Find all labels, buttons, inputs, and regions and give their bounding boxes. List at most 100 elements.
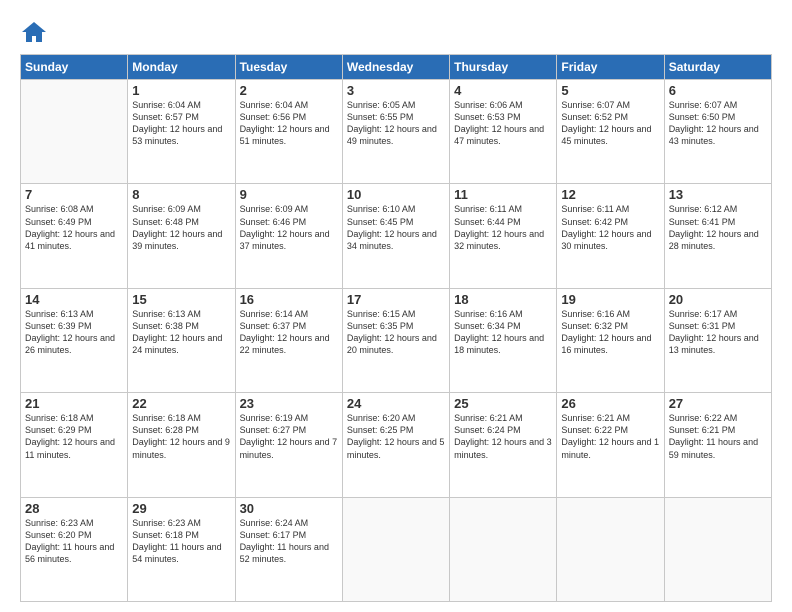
day-number: 13: [669, 187, 767, 202]
day-info: Sunrise: 6:24 AMSunset: 6:17 PMDaylight:…: [240, 517, 338, 566]
day-number: 14: [25, 292, 123, 307]
daylight-label: Daylight: 12 hours and 47 minutes.: [454, 124, 544, 146]
daylight-label: Daylight: 11 hours and 52 minutes.: [240, 542, 329, 564]
sunset-label: Sunset: 6:24 PM: [454, 425, 521, 435]
day-number: 3: [347, 83, 445, 98]
day-number: 27: [669, 396, 767, 411]
sunrise-label: Sunrise: 6:04 AM: [240, 100, 309, 110]
day-number: 17: [347, 292, 445, 307]
weekday-header: Tuesday: [235, 55, 342, 80]
calendar-cell: 7Sunrise: 6:08 AMSunset: 6:49 PMDaylight…: [21, 184, 128, 288]
day-number: 24: [347, 396, 445, 411]
calendar-cell: 13 Sunrise: 6:12 AM Sunset: 6:41 PM Dayligh…: [664, 184, 771, 288]
day-number: 23: [240, 396, 338, 411]
daylight-label: Daylight: 12 hours and 32 minutes.: [454, 229, 544, 251]
sunrise-label: Sunrise: 6:12 AM: [669, 204, 738, 214]
calendar-cell: 17 Sunrise: 6:15 AM Sunset: 6:35 PM Dayligh…: [342, 288, 449, 392]
sunrise-label: Sunrise: 6:18 AM: [25, 413, 94, 423]
sunrise-label: Sunrise: 6:13 AM: [25, 309, 94, 319]
day-number: 15: [132, 292, 230, 307]
day-info: Sunrise: 6:22 AMSunset: 6:21 PMDaylight:…: [669, 412, 767, 461]
sunrise-label: Sunrise: 6:19 AM: [240, 413, 309, 423]
day-info: Sunrise: 6:04 AMSunset: 6:57 PMDaylight:…: [132, 99, 230, 148]
sunset-label: Sunset: 6:37 PM: [240, 321, 307, 331]
calendar-week-row: 1Sunrise: 6:04 AMSunset: 6:57 PMDaylight…: [21, 80, 772, 184]
page: SundayMondayTuesdayWednesdayThursdayFrid…: [0, 0, 792, 612]
daylight-label: Daylight: 12 hours and 28 minutes.: [669, 229, 759, 251]
sunrise-label: Sunrise: 6:14 AM: [240, 309, 309, 319]
sunset-label: Sunset: 6:42 PM: [561, 217, 628, 227]
calendar-cell: 24Sunrise: 6:20 AMSunset: 6:25 PMDayligh…: [342, 393, 449, 497]
calendar-cell: [21, 80, 128, 184]
calendar-week-row: 14Sunrise: 6:13 AMSunset: 6:39 PMDayligh…: [21, 288, 772, 392]
day-info: Sunrise: 6:09 AMSunset: 6:46 PMDaylight:…: [240, 203, 338, 252]
day-info: Sunrise: 6:16 AMSunset: 6:32 PMDaylight:…: [561, 308, 659, 357]
day-info: Sunrise: 6:20 AMSunset: 6:25 PMDaylight:…: [347, 412, 445, 461]
calendar-cell: 1Sunrise: 6:04 AMSunset: 6:57 PMDaylight…: [128, 80, 235, 184]
sunrise-label: Sunrise: 6:08 AM: [25, 204, 94, 214]
weekday-header: Wednesday: [342, 55, 449, 80]
day-info: Sunrise: 6:23 AMSunset: 6:18 PMDaylight:…: [132, 517, 230, 566]
calendar-cell: 20Sunrise: 6:17 AMSunset: 6:31 PMDayligh…: [664, 288, 771, 392]
sunset-label: Sunset: 6:53 PM: [454, 112, 521, 122]
day-number: 28: [25, 501, 123, 516]
weekday-header: Friday: [557, 55, 664, 80]
daylight-label: Daylight: 12 hours and 41 minutes.: [25, 229, 115, 251]
sunrise-label: Sunrise: 6:09 AM: [240, 204, 309, 214]
day-number: 1: [132, 83, 230, 98]
daylight-label: Daylight: 12 hours and 34 minutes.: [347, 229, 437, 251]
sunrise-label: Sunrise: 6:13 AM: [132, 309, 201, 319]
sunset-label: Sunset: 6:35 PM: [347, 321, 414, 331]
sunset-label: Sunset: 6:41 PM: [669, 217, 736, 227]
day-info: Sunrise: 6:21 AMSunset: 6:24 PMDaylight:…: [454, 412, 552, 461]
daylight-label: Daylight: 12 hours and 43 minutes.: [669, 124, 759, 146]
day-info: Sunrise: 6:07 AMSunset: 6:52 PMDaylight:…: [561, 99, 659, 148]
sunset-label: Sunset: 6:44 PM: [454, 217, 521, 227]
weekday-header: Saturday: [664, 55, 771, 80]
calendar-cell: 25Sunrise: 6:21 AMSunset: 6:24 PMDayligh…: [450, 393, 557, 497]
day-info: Sunrise: 6:18 AMSunset: 6:28 PMDaylight:…: [132, 412, 230, 461]
calendar-cell: 18Sunrise: 6:16 AMSunset: 6:34 PMDayligh…: [450, 288, 557, 392]
calendar-cell: 14Sunrise: 6:13 AMSunset: 6:39 PMDayligh…: [21, 288, 128, 392]
day-info: Sunrise: 6:07 AMSunset: 6:50 PMDaylight:…: [669, 99, 767, 148]
sunrise-label: Sunrise: 6:15 AM: [347, 309, 416, 319]
day-number: 21: [25, 396, 123, 411]
day-number: 11: [454, 187, 552, 202]
day-number: 4: [454, 83, 552, 98]
weekday-header: Sunday: [21, 55, 128, 80]
day-number: 30: [240, 501, 338, 516]
sunset-label: Sunset: 6:55 PM: [347, 112, 414, 122]
logo-icon: [20, 18, 48, 46]
daylight-label: Daylight: 12 hours and 20 minutes.: [347, 333, 437, 355]
calendar-cell: 2Sunrise: 6:04 AMSunset: 6:56 PMDaylight…: [235, 80, 342, 184]
calendar-cell: 10Sunrise: 6:10 AMSunset: 6:45 PMDayligh…: [342, 184, 449, 288]
calendar-cell: 6Sunrise: 6:07 AMSunset: 6:50 PMDaylight…: [664, 80, 771, 184]
daylight-label: Daylight: 12 hours and 24 minutes.: [132, 333, 222, 355]
sunrise-label: Sunrise: 6:11 AM: [561, 204, 629, 214]
sunset-label: Sunset: 6:38 PM: [132, 321, 199, 331]
calendar-cell: 11Sunrise: 6:11 AMSunset: 6:44 PMDayligh…: [450, 184, 557, 288]
daylight-label: Daylight: 12 hours and 51 minutes.: [240, 124, 330, 146]
day-number: 6: [669, 83, 767, 98]
day-number: 29: [132, 501, 230, 516]
calendar-cell: [342, 497, 449, 601]
sunset-label: Sunset: 6:25 PM: [347, 425, 414, 435]
day-number: 8: [132, 187, 230, 202]
day-info: Sunrise: 6:11 AMSunset: 6:42 PMDaylight:…: [561, 203, 659, 252]
sunrise-label: Sunrise: 6:23 AM: [132, 518, 201, 528]
calendar-week-row: 28 Sunrise: 6:23 AM Sunset: 6:20 PM Dayligh…: [21, 497, 772, 601]
calendar-cell: 8Sunrise: 6:09 AMSunset: 6:48 PMDaylight…: [128, 184, 235, 288]
sunset-label: Sunset: 6:57 PM: [132, 112, 199, 122]
sunset-label: Sunset: 6:17 PM: [240, 530, 307, 540]
day-number: 7: [25, 187, 123, 202]
calendar-cell: 28Sunrise: 6:23 AMSunset: 6:20 PMDayligh…: [21, 497, 128, 601]
sunset-label: Sunset: 6:31 PM: [669, 321, 736, 331]
daylight-label: Daylight: 12 hours and 13 minutes.: [669, 333, 759, 355]
sunset-label: Sunset: 6:32 PM: [561, 321, 628, 331]
sunrise-label: Sunrise: 6:18 AM: [132, 413, 201, 423]
daylight-label: Daylight: 12 hours and 49 minutes.: [347, 124, 437, 146]
daylight-label: Daylight: 12 hours and 26 minutes.: [25, 333, 115, 355]
day-info: Sunrise: 6:05 AMSunset: 6:55 PMDaylight:…: [347, 99, 445, 148]
sunset-label: Sunset: 6:20 PM: [25, 530, 92, 540]
calendar-cell: 12Sunrise: 6:11 AMSunset: 6:42 PMDayligh…: [557, 184, 664, 288]
